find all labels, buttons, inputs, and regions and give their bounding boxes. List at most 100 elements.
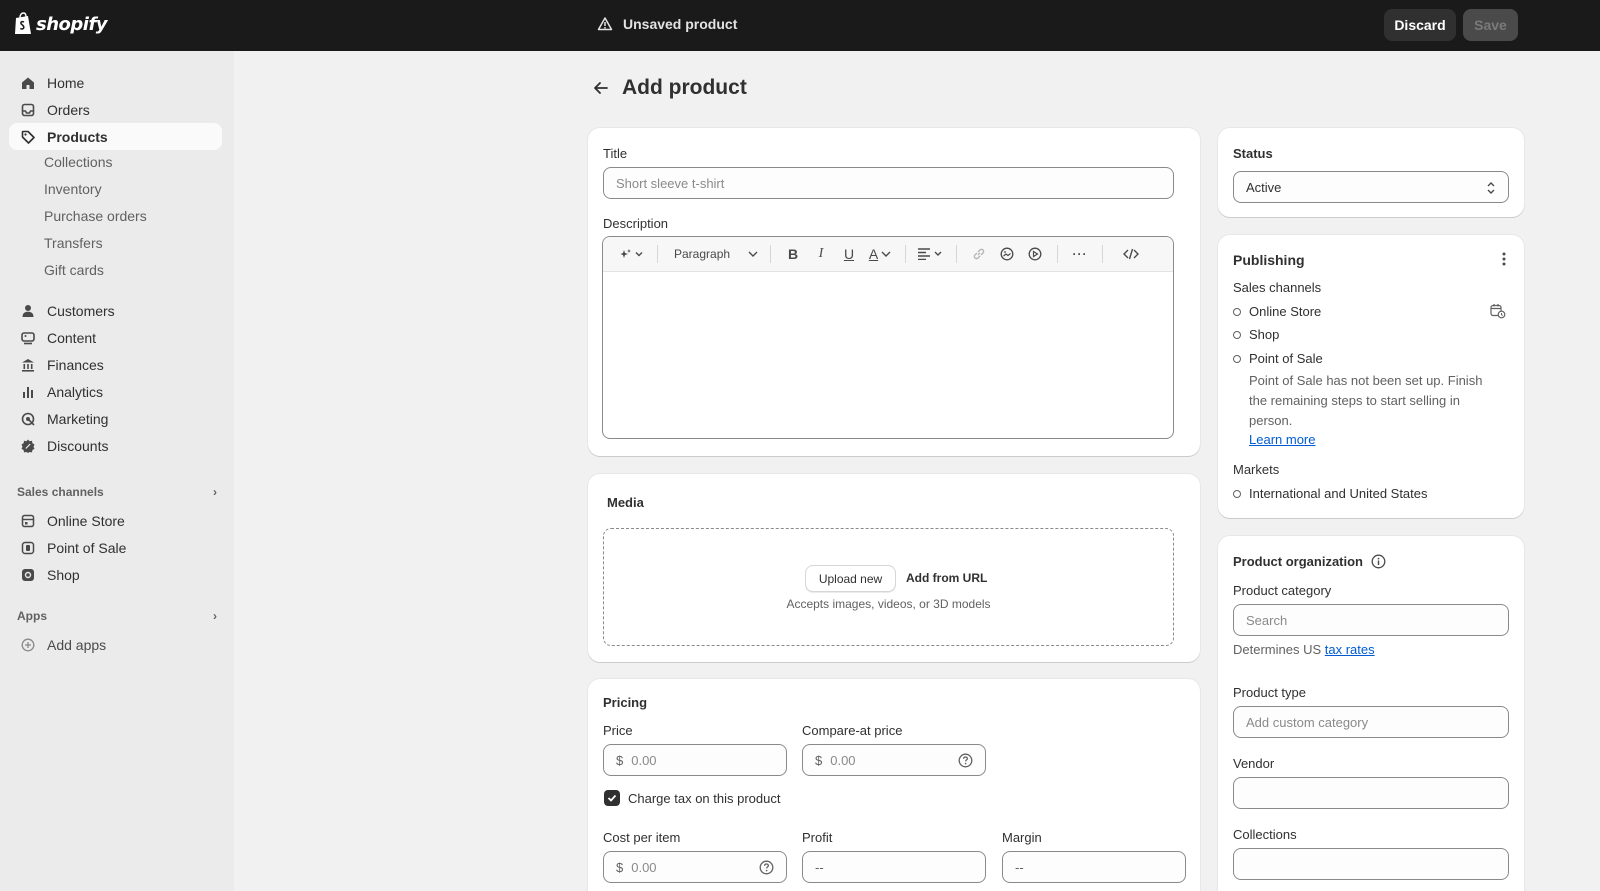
sidebar-item-discounts[interactable]: Discounts	[9, 432, 222, 459]
sales-channels-header[interactable]: Sales channels ›	[17, 485, 217, 499]
toolbar-divider	[657, 245, 658, 263]
toolbar-divider	[1057, 245, 1058, 263]
tax-rates-hint: Determines US tax rates	[1233, 642, 1375, 657]
margin-label: Margin	[1002, 830, 1042, 845]
upload-new-button[interactable]: Upload new	[805, 565, 896, 592]
text-color-icon[interactable]: A	[863, 242, 897, 266]
inbox-icon	[20, 102, 35, 117]
shop-icon	[20, 567, 35, 582]
compare-price-value: 0.00	[830, 752, 856, 768]
sidebar-item-online-store[interactable]: Online Store	[9, 507, 222, 534]
sidebar-item-label: Online Store	[47, 512, 125, 529]
paragraph-dropdown[interactable]: Paragraph	[666, 242, 762, 266]
description-editor[interactable]: Paragraph B I U A ···	[602, 236, 1174, 439]
channel-point-of-sale: Point of Sale	[1249, 351, 1323, 366]
sidebar-item-label: Shop	[47, 566, 80, 583]
product-type-input[interactable]: Add custom category	[1233, 706, 1509, 738]
code-icon[interactable]	[1111, 242, 1151, 266]
status-value: Active	[1246, 179, 1282, 195]
status-card: Status Active	[1218, 128, 1524, 217]
price-label: Price	[603, 723, 633, 738]
sidebar-sub-purchase-orders[interactable]: Purchase orders	[44, 208, 147, 224]
media-title: Media	[607, 495, 644, 510]
content-icon	[20, 330, 35, 345]
more-vertical-icon[interactable]	[1502, 252, 1506, 266]
description-label: Description	[603, 216, 669, 231]
sidebar-sub-inventory[interactable]: Inventory	[44, 181, 102, 197]
organization-title: Product organization	[1233, 554, 1363, 569]
page-header: Add product	[592, 76, 747, 100]
more-icon[interactable]: ···	[1066, 242, 1094, 266]
video-icon[interactable]	[1021, 242, 1049, 266]
schedule-icon[interactable]	[1490, 303, 1506, 319]
italic-icon[interactable]: I	[807, 242, 835, 266]
toolbar-divider	[956, 245, 957, 263]
help-icon[interactable]	[759, 860, 774, 875]
sidebar-item-home[interactable]: Home	[9, 69, 222, 96]
brand-wordmark: shopify	[36, 13, 108, 35]
sidebar-sub-collections[interactable]: Collections	[44, 154, 112, 170]
save-button[interactable]: Save	[1463, 9, 1518, 41]
organization-header: Product organization	[1233, 554, 1386, 569]
link-icon[interactable]	[965, 242, 993, 266]
sidebar-item-marketing[interactable]: Marketing	[9, 405, 222, 432]
sidebar-item-content[interactable]: Content	[9, 324, 222, 351]
bold-icon[interactable]: B	[779, 242, 807, 266]
sidebar-item-label: Point of Sale	[47, 539, 127, 556]
image-icon[interactable]	[993, 242, 1021, 266]
sidebar-item-label: Marketing	[47, 410, 109, 427]
vendor-input[interactable]	[1233, 777, 1509, 809]
info-icon[interactable]	[1371, 554, 1386, 569]
sidebar-item-shop[interactable]: Shop	[9, 561, 222, 588]
add-from-url-link[interactable]: Add from URL	[906, 571, 987, 585]
cost-input[interactable]: $ 0.00	[603, 851, 787, 883]
sidebar-sub-gift-cards[interactable]: Gift cards	[44, 262, 104, 278]
help-icon[interactable]	[958, 753, 973, 768]
price-input[interactable]: $ 0.00	[603, 744, 787, 776]
sidebar-item-point-of-sale[interactable]: Point of Sale	[9, 534, 222, 561]
underline-icon[interactable]: U	[835, 242, 863, 266]
charge-tax-checkbox[interactable]	[604, 790, 620, 806]
top-bar: shopify Unsaved product Discard Save	[0, 0, 1600, 51]
apps-header[interactable]: Apps ›	[17, 609, 217, 623]
learn-more-link[interactable]: Learn more	[1249, 432, 1315, 447]
title-input[interactable]: Short sleeve t-shirt	[603, 167, 1174, 199]
check-icon	[607, 794, 617, 802]
tax-rates-link[interactable]: tax rates	[1325, 642, 1375, 657]
sidebar-item-orders[interactable]: Orders	[9, 96, 222, 123]
currency-symbol: $	[616, 752, 624, 768]
profit-label: Profit	[802, 830, 833, 845]
store-icon	[20, 513, 35, 528]
sidebar-sub-transfers[interactable]: Transfers	[44, 235, 103, 251]
editor-toolbar: Paragraph B I U A ···	[603, 237, 1173, 272]
product-organization-card: Product organization Product category Se…	[1218, 536, 1524, 891]
unsaved-indicator: Unsaved product	[597, 16, 737, 32]
shopify-bag-icon	[15, 12, 31, 34]
sales-channels-label: Sales channels	[17, 485, 104, 499]
product-category-input[interactable]: Search	[1233, 604, 1509, 636]
sidebar-item-products[interactable]: Products	[9, 123, 222, 150]
discard-button[interactable]: Discard	[1384, 9, 1456, 41]
status-select[interactable]: Active	[1233, 171, 1509, 203]
page-title: Add product	[622, 76, 747, 99]
discount-icon	[20, 438, 35, 453]
toolbar-divider	[1102, 245, 1103, 263]
sidebar-item-finances[interactable]: Finances	[9, 351, 222, 378]
magic-icon[interactable]	[615, 242, 649, 266]
market-status-dot	[1233, 490, 1241, 498]
bar-chart-icon	[20, 384, 35, 399]
target-icon	[20, 411, 35, 426]
compare-price-input[interactable]: $ 0.00	[802, 744, 986, 776]
align-icon[interactable]	[914, 242, 948, 266]
sidebar: Home Orders Products Collections Invento…	[0, 51, 234, 891]
media-dropzone[interactable]: Upload new Add from URL Accepts images, …	[603, 528, 1174, 646]
sidebar-item-analytics[interactable]: Analytics	[9, 378, 222, 405]
home-icon	[20, 75, 35, 90]
back-arrow-icon[interactable]	[592, 79, 610, 97]
sidebar-item-add-apps[interactable]: Add apps	[9, 631, 222, 658]
price-value: 0.00	[631, 752, 657, 768]
sidebar-item-customers[interactable]: Customers	[9, 297, 222, 324]
collections-input[interactable]	[1233, 848, 1509, 880]
shopify-logo[interactable]: shopify	[13, 12, 108, 36]
channel-status-dot	[1233, 308, 1241, 316]
